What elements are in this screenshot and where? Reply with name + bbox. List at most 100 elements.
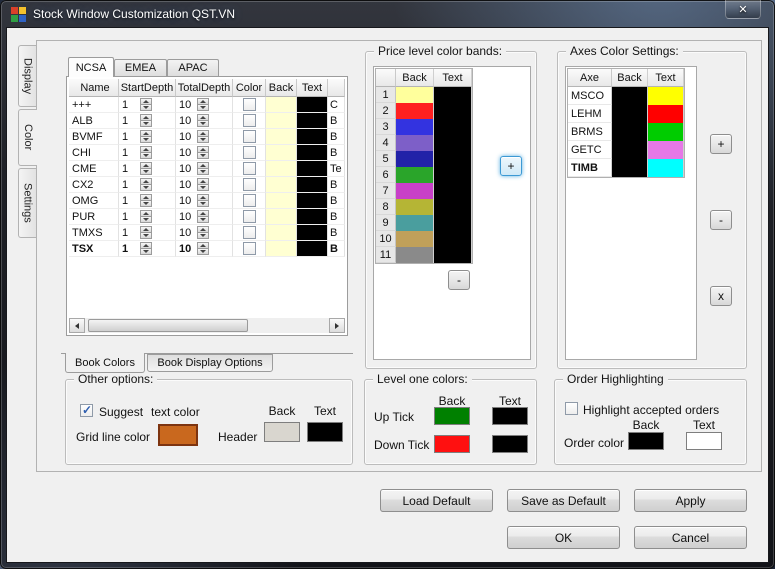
band-text-swatch[interactable] [434,247,472,263]
spin-down-icon[interactable] [197,232,209,239]
band-back-swatch[interactable] [396,199,434,215]
spinner-buttons[interactable] [140,226,152,239]
back-color-swatch[interactable] [266,97,297,113]
spin-down-icon[interactable] [197,168,209,175]
spinner-buttons[interactable] [197,146,209,159]
axes-row[interactable]: MSCO [568,87,684,105]
spinner-buttons[interactable] [140,242,152,255]
start-depth-stepper[interactable]: 1 [119,97,176,113]
spinner-buttons[interactable] [197,178,209,191]
band-row[interactable]: 1 [376,87,472,103]
color-checkbox[interactable] [243,210,256,223]
start-depth-stepper[interactable]: 1 [119,129,176,145]
scrollbar-thumb[interactable] [88,319,248,332]
axes-text-swatch[interactable] [648,105,684,123]
table-row[interactable]: PUR 1 10 B [69,209,345,225]
band-back-swatch[interactable] [396,119,434,135]
spinner-buttons[interactable] [197,210,209,223]
color-checkbox[interactable] [243,226,256,239]
save-as-default-button[interactable]: Save as Default [507,489,620,512]
spinner-buttons[interactable] [140,210,152,223]
start-depth-stepper[interactable]: 1 [119,193,176,209]
spin-down-icon[interactable] [140,104,152,111]
band-text-swatch[interactable] [434,151,472,167]
color-checkbox[interactable] [243,98,256,111]
back-color-swatch[interactable] [266,161,297,177]
band-row[interactable]: 4 [376,135,472,151]
table-row[interactable]: ALB 1 10 B [69,113,345,129]
band-text-swatch[interactable] [434,167,472,183]
order-text-swatch[interactable] [686,432,722,450]
band-back-swatch[interactable] [396,215,434,231]
table-row[interactable]: OMG 1 10 B [69,193,345,209]
spin-down-icon[interactable] [197,152,209,159]
color-checkbox[interactable] [243,114,256,127]
remove-band-button[interactable]: - [448,270,470,290]
col-header-text[interactable]: Text [297,79,328,97]
table-row[interactable]: CX2 1 10 B [69,177,345,193]
table-row[interactable]: CHI 1 10 B [69,145,345,161]
spinner-buttons[interactable] [140,130,152,143]
up-tick-back-swatch[interactable] [434,407,470,425]
axes-col-header-axe[interactable]: Axe [568,69,612,87]
close-button[interactable]: ✕ [725,0,761,19]
band-row[interactable]: 3 [376,119,472,135]
axes-back-swatch[interactable] [612,141,648,159]
band-col-header-back[interactable]: Back [396,69,434,87]
tab-settings[interactable]: Settings [18,168,36,238]
spin-down-icon[interactable] [140,152,152,159]
add-band-button[interactable]: + [500,156,522,176]
spinner-buttons[interactable] [140,162,152,175]
total-depth-stepper[interactable]: 10 [176,145,233,161]
band-text-swatch[interactable] [434,103,472,119]
band-back-swatch[interactable] [396,167,434,183]
spinner-buttons[interactable] [197,194,209,207]
spin-down-icon[interactable] [197,136,209,143]
scroll-right-icon[interactable] [329,318,345,333]
col-header-name[interactable]: Name [69,79,119,97]
band-back-swatch[interactable] [396,231,434,247]
spinner-buttons[interactable] [197,162,209,175]
header-text-swatch[interactable] [307,422,343,442]
total-depth-stepper[interactable]: 10 [176,241,233,257]
header-back-swatch[interactable] [264,422,300,442]
order-back-swatch[interactable] [628,432,664,450]
down-tick-text-swatch[interactable] [492,435,528,453]
spin-down-icon[interactable] [197,184,209,191]
axes-text-swatch[interactable] [648,123,684,141]
back-color-swatch[interactable] [266,113,297,129]
axes-back-swatch[interactable] [612,123,648,141]
spin-down-icon[interactable] [197,120,209,127]
apply-button[interactable]: Apply [634,489,747,512]
total-depth-stepper[interactable]: 10 [176,129,233,145]
band-row[interactable]: 5 [376,151,472,167]
scroll-left-icon[interactable] [69,318,85,333]
start-depth-stepper[interactable]: 1 [119,177,176,193]
band-back-swatch[interactable] [396,183,434,199]
back-color-swatch[interactable] [266,177,297,193]
ok-button[interactable]: OK [507,526,620,549]
spinner-buttons[interactable] [140,146,152,159]
band-text-swatch[interactable] [434,215,472,231]
text-color-swatch[interactable] [297,145,328,161]
table-row[interactable]: TSX 1 10 B [69,241,345,257]
spin-down-icon[interactable] [197,200,209,207]
text-color-swatch[interactable] [297,129,328,145]
band-back-swatch[interactable] [396,103,434,119]
text-color-swatch[interactable] [297,241,328,257]
down-tick-back-swatch[interactable] [434,435,470,453]
axes-col-header-back[interactable]: Back [612,69,648,87]
band-text-swatch[interactable] [434,231,472,247]
text-color-swatch[interactable] [297,97,328,113]
col-header-color[interactable]: Color [233,79,266,97]
total-depth-stepper[interactable]: 10 [176,113,233,129]
band-row[interactable]: 8 [376,199,472,215]
color-checkbox[interactable] [243,242,256,255]
spinner-buttons[interactable] [197,98,209,111]
text-color-swatch[interactable] [297,113,328,129]
spin-down-icon[interactable] [140,216,152,223]
band-row[interactable]: 7 [376,183,472,199]
color-checkbox[interactable] [243,146,256,159]
tab-book-colors[interactable]: Book Colors [65,353,145,373]
color-checkbox[interactable] [243,130,256,143]
